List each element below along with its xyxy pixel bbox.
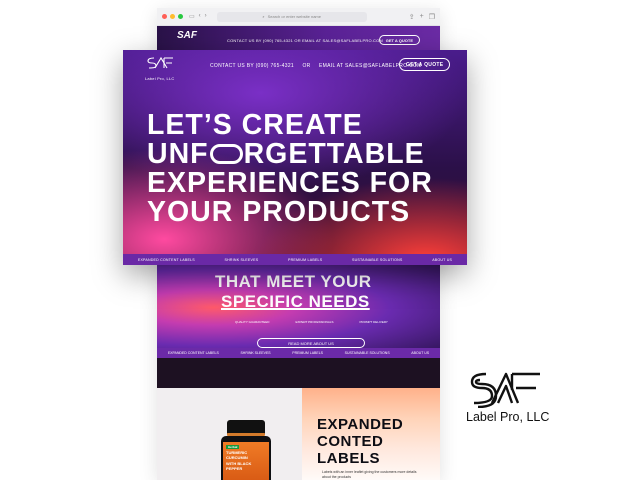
nav-item-shrink-sleeves[interactable]: SHRINK SLEEVES [240, 351, 270, 355]
expanded-title-line: CONTED [317, 433, 384, 450]
supplement-bottle: Herbal TURMERIC CURCUMIN WITH BLACK PEPP… [221, 420, 271, 480]
expanded-bullet: Labels with an inner leaflet giving the … [322, 470, 417, 479]
read-more-button[interactable]: READ MORE ABOUT US [257, 338, 365, 348]
contact-or: OR [302, 63, 311, 69]
browser-toolbar: ▭ ‹ › ⌕ Search or enter website name ⇪ +… [157, 8, 440, 26]
saf-logo-icon [147, 56, 173, 69]
nav-item-sustainable-solutions[interactable]: SUSTAINABLE SOLUTIONS [345, 351, 390, 355]
nav-item-premium-labels[interactable]: PREMIUM LABELS [292, 351, 323, 355]
bottle-label: Herbal TURMERIC CURCUMIN WITH BLACK PEPP… [223, 442, 269, 480]
hero-line-1: THAT MEET YOUR [215, 272, 372, 291]
nav-item-about-us[interactable]: ABOUT US [411, 351, 429, 355]
saf-brand-mark-icon [470, 372, 540, 408]
brand-name: Label Pro, LLC [466, 410, 550, 424]
add-tab-icon[interactable]: + [420, 13, 424, 21]
label-brand: Herbal [226, 445, 240, 449]
get-quote-button[interactable]: GET A QUOTE [378, 35, 420, 45]
card-contact: CONTACT US BY (090) 765-4321 OR EMAIL AT… [210, 63, 422, 69]
contact-phone[interactable]: CONTACT US BY (090) 765-4321 [210, 63, 294, 69]
get-quote-button[interactable]: GET A QUOTE [399, 58, 451, 71]
search-icon: ⌕ [262, 14, 265, 19]
nav-item-about-us[interactable]: ABOUT US [432, 258, 452, 262]
brand-logo: Label Pro, LLC [462, 368, 572, 428]
expanded-title-line: EXPANDED [317, 416, 404, 433]
browser-actions: ⇪ + ❐ [409, 13, 435, 21]
hero-line-2: SPECIFIC NEEDS [221, 292, 370, 311]
dark-band [157, 358, 440, 388]
minimize-window-icon[interactable] [170, 14, 175, 19]
window-controls [162, 14, 183, 19]
headline-row-2: UNF RGETTABLE [147, 140, 433, 169]
address-placeholder: Search or enter website name [267, 14, 321, 19]
headline-row-1: LET’S CREATE [147, 109, 363, 141]
card-nav: EXPANDED CONTENT LABELS SHRINK SLEEVES P… [123, 254, 467, 265]
bottle-cap [227, 420, 265, 436]
maximize-window-icon[interactable] [178, 14, 183, 19]
close-window-icon[interactable] [162, 14, 167, 19]
pill-o-shape [209, 144, 243, 164]
tabs-icon[interactable]: ❐ [429, 13, 435, 21]
nav-item-sustainable-solutions[interactable]: SUSTAINABLE SOLUTIONS [352, 258, 402, 262]
browser-nav-icons: ▭ ‹ › [189, 13, 207, 20]
forward-icon[interactable]: › [205, 13, 207, 20]
product-image: Herbal TURMERIC CURCUMIN WITH BLACK PEPP… [157, 388, 302, 480]
label-name: TURMERIC CURCUMIN [226, 450, 248, 460]
nav-item-expanded-content-labels[interactable]: EXPANDED CONTENT LABELS [168, 351, 219, 355]
site-logo[interactable]: SAF [177, 30, 197, 41]
expanded-title: EXPANDED CONTED LABELS [317, 416, 403, 467]
sidebar-icon[interactable]: ▭ [189, 13, 195, 20]
headline-row-3: EXPERIENCES FOR [147, 167, 433, 199]
expanded-labels-section: EXPANDED CONTED LABELS Labels with an in… [302, 388, 440, 480]
card-header: Label Pro, LLC CONTACT US BY (090) 765-4… [123, 50, 467, 82]
address-bar[interactable]: ⌕ Search or enter website name [216, 11, 367, 22]
share-icon[interactable]: ⇪ [409, 13, 415, 21]
headline-row-2-end: RGETTABLE [243, 138, 425, 170]
card-logo[interactable]: Label Pro, LLC [145, 56, 175, 81]
feature-item: QUALITY GUARANTEED [235, 320, 270, 324]
hero-section: THAT MEET YOUR SPECIFIC NEEDS QUALITY GU… [157, 258, 440, 348]
card-logo-text: Label Pro, LLC [145, 76, 175, 81]
headline-row-4: YOUR PRODUCTS [147, 196, 411, 228]
nav-item-premium-labels[interactable]: PREMIUM LABELS [288, 258, 322, 262]
headline-row-2-start: UNF [147, 138, 209, 170]
back-icon[interactable]: ‹ [199, 13, 201, 20]
feature-list: QUALITY GUARANTEED EXPERT PROFESSIONALS … [235, 320, 388, 324]
hero-headline: LET’S CREATE UNF RGETTABLE EXPERIENCES FO… [147, 111, 433, 227]
site-nav: EXPANDED CONTENT LABELS SHRINK SLEEVES P… [157, 348, 440, 358]
feature-item: EXPERT PROFESSIONALS [295, 320, 334, 324]
nav-item-expanded-content-labels[interactable]: EXPANDED CONTENT LABELS [138, 258, 195, 262]
nav-item-shrink-sleeves[interactable]: SHRINK SLEEVES [225, 258, 259, 262]
header-contact: CONTACT US BY (090) 765-4321 OR EMAIL AT… [227, 38, 383, 43]
hero-card: Label Pro, LLC CONTACT US BY (090) 765-4… [123, 50, 467, 265]
expanded-title-line: LABELS [317, 450, 380, 467]
feature-item: PROMPT DELIVERY [359, 320, 388, 324]
label-tag: WITH BLACK PEPPER [226, 461, 252, 471]
